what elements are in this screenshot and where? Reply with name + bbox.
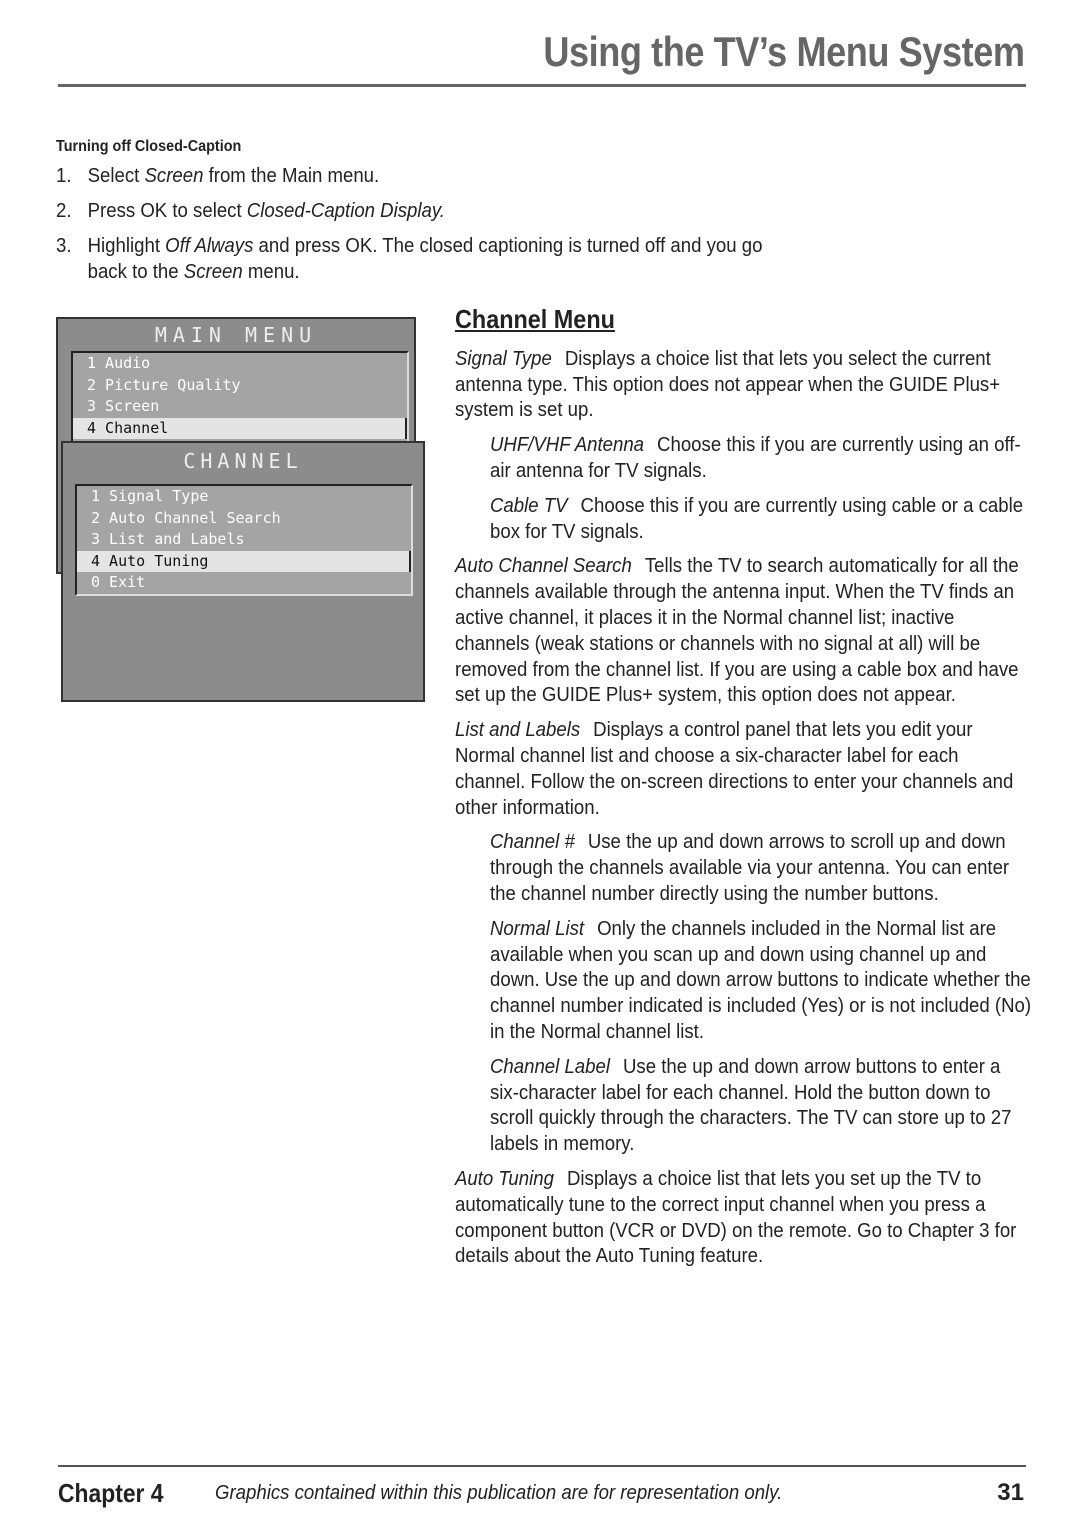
- channel-menu-item: 2 Auto Channel Search: [91, 508, 281, 527]
- entry-term: Auto Channel Search: [455, 555, 632, 578]
- description-entry: Channel # Use the up and down arrows to s…: [490, 830, 1031, 907]
- page-title: Using the TV’s Menu System: [543, 28, 1026, 75]
- chapter-label: Chapter 4: [58, 1478, 164, 1508]
- channel-menu-screen: CHANNEL 1 Signal Type 2 Auto Channel Sea…: [61, 441, 425, 702]
- description-entry: Auto Tuning Displays a choice list that l…: [455, 1167, 1032, 1270]
- page-number: 31: [997, 1479, 1024, 1506]
- channel-menu-title: CHANNEL: [183, 449, 303, 473]
- section-heading-closed-caption: Turning off Closed-Caption: [56, 138, 242, 155]
- description-entry: List and Labels Displays a control panel …: [455, 718, 1032, 821]
- entry-term: List and Labels: [455, 719, 581, 742]
- description-entry: Channel Label Use the up and down arrow b…: [490, 1055, 1031, 1158]
- description-entry: UHF/VHF Antenna Choose this if you are cu…: [490, 433, 1031, 485]
- title-rule: [58, 84, 1026, 87]
- main-menu-item: 3 Screen: [87, 397, 160, 415]
- main-menu-item-selected: 4 Channel: [73, 417, 407, 439]
- step-text: Highlight Off Always and press OK. The c…: [87, 235, 763, 283]
- step-number: 2.: [56, 200, 72, 222]
- step-text: Press OK to select Closed-Caption Displa…: [87, 200, 445, 222]
- step: 3. Highlight Off Always and press OK. Th…: [56, 233, 856, 285]
- channel-menu-list: 1 Signal Type 2 Auto Channel Search 3 Li…: [75, 484, 413, 596]
- description-entry: Signal Type Displays a choice list that l…: [455, 347, 1032, 424]
- closed-caption-steps: 1. Select Screen from the Main menu. 2. …: [56, 163, 856, 294]
- channel-menu-item: 1 Signal Type: [91, 487, 209, 505]
- entry-term: Signal Type: [455, 347, 552, 370]
- step-text: Select Screen from the Main menu.: [87, 165, 380, 187]
- entry-term: Channel #: [490, 831, 575, 854]
- description-entry: Cable TV Choose this if you are currently…: [490, 494, 1031, 546]
- entry-term: Normal List: [490, 917, 585, 940]
- channel-menu-item: 0 Exit: [91, 573, 146, 591]
- channel-menu-item-selected: 4 Auto Tuning: [77, 550, 411, 572]
- main-menu-item: 2 Picture Quality: [87, 375, 241, 394]
- entry-text: Choose this if you are currently using c…: [490, 494, 1024, 543]
- footer-rule: [58, 1465, 1026, 1467]
- entry-term: UHF/VHF Antenna: [490, 434, 645, 457]
- step: 1. Select Screen from the Main menu.: [56, 163, 856, 189]
- description-entry: Auto Channel Search Tells the TV to searc…: [455, 554, 1032, 709]
- channel-menu-section: Channel Menu Signal Type Displays a choic…: [455, 305, 1035, 1279]
- entry-text: Tells the TV to search automatically for…: [455, 555, 1019, 707]
- main-menu-list: 1 Audio 2 Picture Quality 3 Screen 4 Cha…: [71, 351, 409, 443]
- step: 2. Press OK to select Closed-Caption Dis…: [56, 198, 856, 224]
- entry-term: Auto Tuning: [455, 1167, 554, 1190]
- channel-menu-entries: Signal Type Displays a choice list that l…: [455, 347, 1035, 1270]
- entry-term: Channel Label: [490, 1055, 610, 1078]
- step-number: 1.: [56, 165, 72, 187]
- description-entry: Normal List Only the channels included in…: [490, 917, 1031, 1046]
- main-menu-item: 1 Audio: [87, 354, 151, 372]
- disclaimer: Graphics contained within this publicati…: [215, 1482, 783, 1504]
- step-number: 3.: [56, 235, 72, 257]
- entry-term: Cable TV: [490, 494, 568, 517]
- channel-menu-item: 3 List and Labels: [91, 530, 245, 548]
- main-menu-title: MAIN MENU: [154, 323, 318, 347]
- section-title: Channel Menu: [455, 304, 615, 334]
